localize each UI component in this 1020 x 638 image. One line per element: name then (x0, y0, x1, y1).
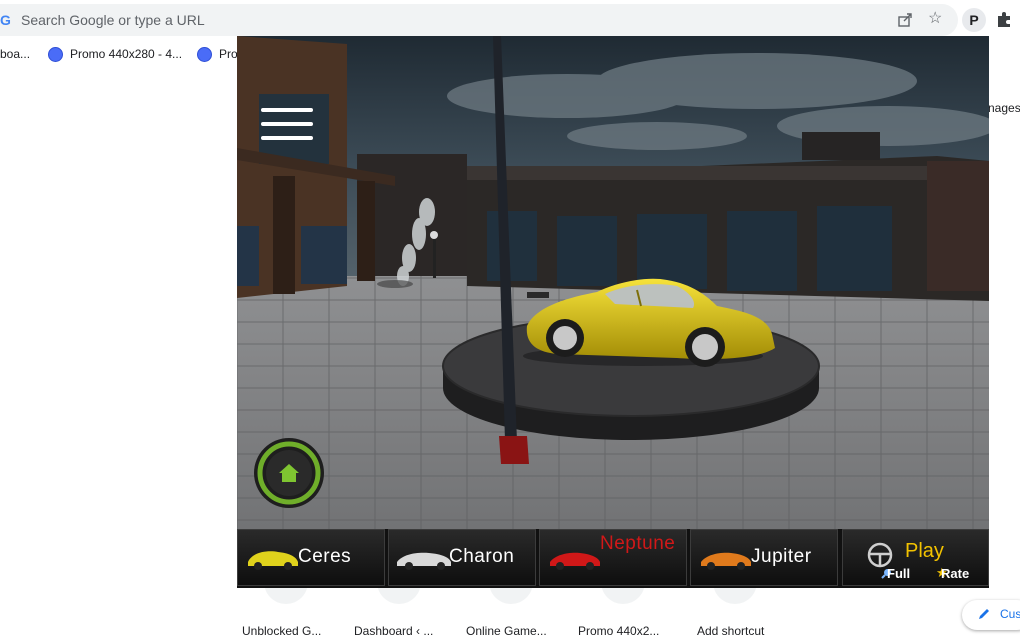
omnibox-placeholder: Search Google or type a URL (21, 12, 205, 28)
game-scene (237, 36, 989, 588)
neptune-car-icon (550, 552, 600, 570)
share-icon[interactable] (897, 12, 913, 28)
car-slot-ceres[interactable]: Ceres (237, 529, 385, 586)
shortcut-label[interactable]: Online Game... (466, 624, 547, 638)
car-slot-neptune[interactable]: Neptune (539, 529, 687, 586)
car-name: Ceres (298, 546, 352, 567)
bookmark-star-icon[interactable]: ☆ (928, 11, 944, 27)
steering-wheel-icon (867, 542, 893, 568)
extension-p-icon[interactable]: P (962, 8, 986, 32)
car-selection-bar: Ceres Charon Neptune Jupiter Play Full ★… (237, 529, 989, 588)
jupiter-car-icon (701, 552, 751, 570)
play-panel: Play Full ★ Rate (842, 529, 989, 586)
bookmark-favicon-icon (197, 47, 212, 62)
omnibox[interactable]: G Search Google or type a URL ☆ (0, 4, 958, 36)
ceres-car-icon (248, 551, 298, 570)
car-name: Charon (449, 546, 515, 567)
fullscreen-link[interactable]: Full (887, 566, 910, 581)
customize-chrome-label[interactable]: Cus (1000, 607, 1020, 621)
hamburger-menu-icon[interactable] (261, 108, 313, 144)
add-shortcut-label[interactable]: Add shortcut (697, 624, 764, 638)
shortcut-label[interactable]: Unblocked G... (242, 624, 321, 638)
bookmark-item[interactable]: boa... (0, 47, 30, 61)
home-button[interactable] (253, 437, 325, 509)
car-slot-charon[interactable]: Charon (388, 529, 536, 586)
side-panel-fragment: nages (988, 101, 1020, 115)
car-slot-jupiter[interactable]: Jupiter (690, 529, 838, 586)
bookmark-item[interactable]: Promo 440x280 - 4... (70, 47, 182, 61)
shortcut-label[interactable]: Dashboard ‹ ... (354, 624, 433, 638)
car-name-locked: Neptune (600, 533, 676, 554)
pencil-icon (979, 609, 989, 619)
shortcut-label[interactable]: Promo 440x2... (578, 624, 659, 638)
extensions-puzzle-icon[interactable] (995, 10, 1013, 28)
play-button[interactable]: Play (905, 540, 944, 563)
google-g-icon: G (0, 12, 11, 28)
charon-car-icon (397, 552, 451, 570)
car-name: Jupiter (751, 546, 812, 567)
game-canvas[interactable]: Ceres Charon Neptune Jupiter Play Full ★… (237, 36, 989, 588)
rate-link[interactable]: Rate (941, 566, 969, 581)
bookmark-item[interactable]: Pro (219, 47, 238, 61)
bookmark-favicon-icon (48, 47, 63, 62)
